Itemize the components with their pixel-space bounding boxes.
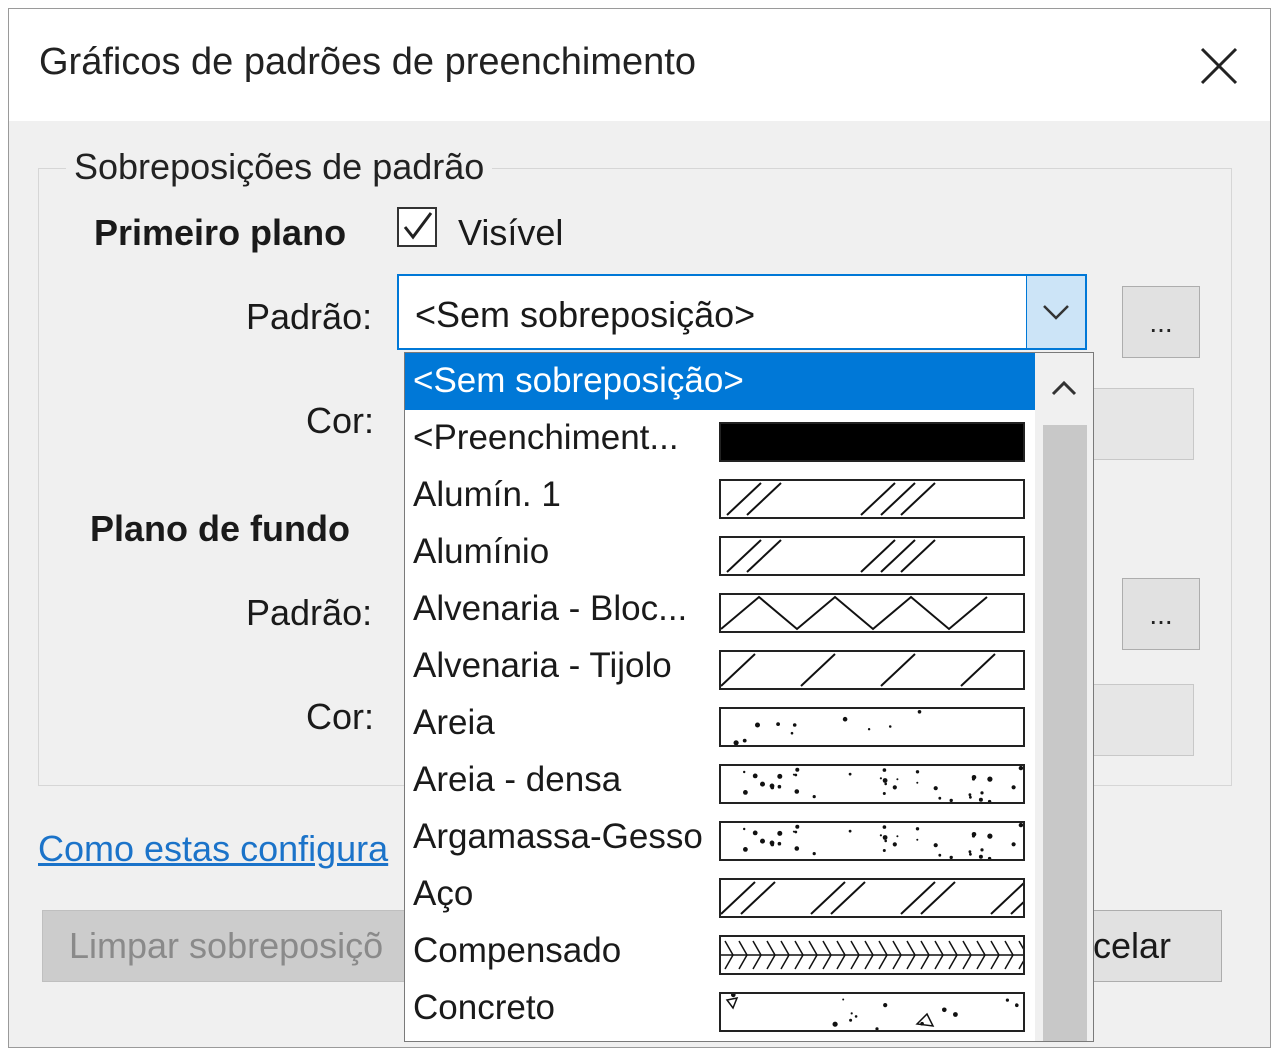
list-item-label: Concreto	[413, 988, 556, 1027]
pattern-swatch-graphic	[743, 765, 1024, 804]
dropdown-scrollbar[interactable]	[1035, 353, 1093, 1041]
dropdown-items: <Sem sobreposição> <Preenchiment... Alumín…	[405, 353, 1046, 1037]
pattern-swatch	[719, 992, 1025, 1032]
pattern-swatch	[719, 764, 1025, 804]
pattern-swatch	[719, 422, 1025, 462]
background-color-label: Cor:	[306, 696, 375, 737]
combo-value: <Sem sobreposição>	[415, 294, 756, 335]
list-item-label: Alumín. 1	[413, 475, 561, 514]
pattern-swatch	[719, 593, 1025, 633]
list-item[interactable]: Areia	[405, 695, 1035, 752]
list-item-label: Alumínio	[413, 532, 550, 571]
background-browse-button[interactable]: ...	[1122, 578, 1200, 650]
chevron-up-icon	[1051, 380, 1077, 396]
pattern-swatch-graphic	[721, 940, 1028, 970]
pattern-swatch	[719, 479, 1025, 519]
chevron-down-icon	[1043, 305, 1069, 320]
pattern-swatch	[719, 536, 1025, 576]
list-item-label: <Sem sobreposição>	[413, 361, 744, 400]
scroll-up-button[interactable]	[1035, 353, 1093, 423]
list-item-label: Argamassa-Gesso	[413, 817, 703, 856]
title-bar: Gráficos de padrões de preenchimento	[9, 9, 1270, 121]
pattern-swatch	[719, 707, 1025, 747]
scroll-thumb[interactable]	[1043, 425, 1087, 1041]
visible-label: Visível	[458, 212, 564, 253]
list-item[interactable]: Areia - densa	[405, 752, 1035, 809]
list-item[interactable]: Compensado	[405, 923, 1035, 980]
list-item[interactable]: <Sem sobreposição>	[405, 353, 1035, 410]
foreground-pattern-combo[interactable]: <Sem sobreposição>	[397, 274, 1087, 350]
dialog-title: Gráficos de padrões de preenchimento	[39, 41, 696, 83]
list-item[interactable]: Alumínio	[405, 524, 1035, 581]
pattern-swatch-graphic	[721, 424, 1023, 460]
list-item-label: Alvenaria - Tijolo	[413, 646, 672, 685]
list-item-label: Areia	[413, 703, 495, 742]
checkmark-icon	[403, 212, 433, 240]
pattern-swatch	[719, 878, 1046, 918]
foreground-heading: Primeiro plano	[94, 212, 347, 253]
list-item-label: Aço	[413, 874, 474, 913]
list-item[interactable]: Alvenaria - Bloc...	[405, 581, 1035, 638]
list-item-label: Areia - densa	[413, 760, 622, 799]
background-heading: Plano de fundo	[90, 508, 350, 549]
background-color-button[interactable]	[1084, 684, 1194, 756]
list-item-label: <Preenchiment...	[413, 418, 679, 457]
group-legend: Sobreposições de padrão	[66, 146, 493, 188]
pattern-swatch-graphic	[720, 881, 1046, 915]
pattern-swatch-graphic	[726, 482, 936, 516]
foreground-pattern-label: Padrão:	[246, 296, 373, 337]
pattern-swatch-graphic	[720, 595, 988, 631]
help-link[interactable]: Como estas configura	[38, 828, 388, 870]
foreground-color-button[interactable]	[1084, 388, 1194, 460]
list-item[interactable]: Alvenaria - Tijolo	[405, 638, 1035, 695]
pattern-swatch-graphic	[726, 539, 936, 573]
background-pattern-label: Padrão:	[246, 592, 373, 633]
foreground-browse-button[interactable]: ...	[1122, 286, 1200, 358]
list-item[interactable]: Alumín. 1	[405, 467, 1035, 524]
pattern-swatch	[719, 935, 1028, 975]
pattern-dropdown-list[interactable]: <Sem sobreposição> <Preenchiment... Alumín…	[404, 352, 1094, 1042]
visible-checkbox[interactable]	[397, 207, 437, 247]
pattern-swatch-graphic	[720, 653, 996, 687]
pattern-swatch-graphic	[743, 822, 1024, 861]
close-icon	[1200, 47, 1238, 85]
list-item[interactable]: Aço	[405, 866, 1046, 923]
pattern-swatch-graphic	[725, 992, 1019, 1031]
list-item[interactable]: <Preenchiment...	[405, 410, 1035, 467]
pattern-swatch-graphic	[733, 710, 922, 746]
close-button[interactable]	[1184, 31, 1254, 101]
cancel-label: celar	[1092, 925, 1171, 966]
foreground-color-label: Cor:	[306, 400, 375, 441]
list-item-label: Alvenaria - Bloc...	[413, 589, 688, 628]
combo-dropdown-button[interactable]	[1026, 276, 1085, 348]
clear-overrides-button[interactable]: Limpar sobreposiçõ	[42, 910, 412, 982]
pattern-swatch	[719, 821, 1025, 861]
list-item[interactable]: Concreto	[405, 980, 1035, 1037]
list-item-label: Compensado	[413, 931, 622, 970]
pattern-swatch	[719, 650, 1025, 690]
list-item[interactable]: Argamassa-Gesso	[405, 809, 1035, 866]
